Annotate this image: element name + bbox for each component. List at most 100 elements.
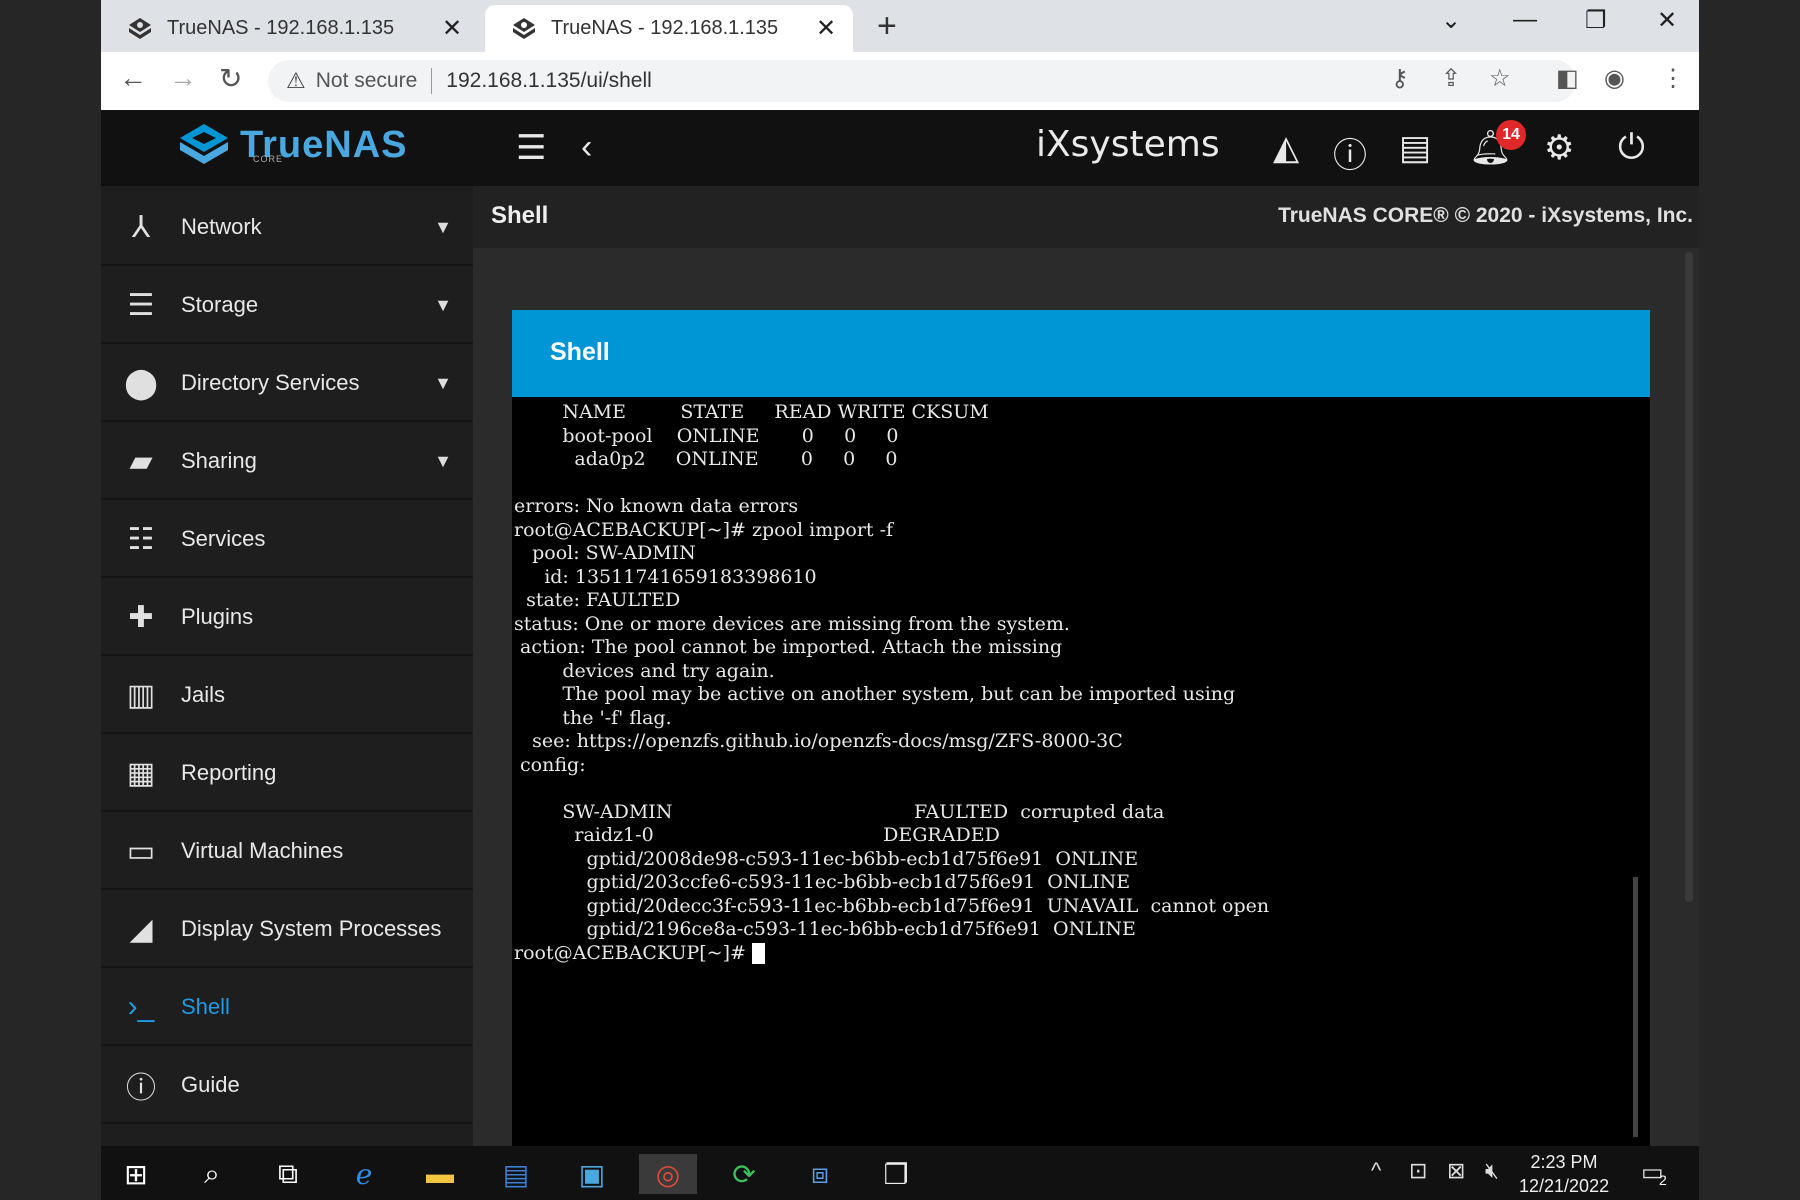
terminal[interactable]: NAME STATE READ WRITE CKSUM boot-pool ON…: [512, 397, 1650, 1146]
hamburger-menu-icon[interactable]: ☰: [516, 128, 546, 168]
chrome-icon[interactable]: ◎: [639, 1154, 697, 1194]
shell-card: Shell NAME STATE READ WRITE CKSUM boot-p…: [512, 310, 1650, 1146]
task-manager-icon[interactable]: ▤: [1399, 128, 1431, 168]
virtual-machines-icon: ▭: [126, 834, 156, 868]
task-view-icon[interactable]: ⧉: [259, 1154, 317, 1194]
sharing-icon: ▰: [129, 444, 153, 478]
security-label[interactable]: Not secure: [316, 69, 418, 93]
sync-app-icon[interactable]: ⟳: [715, 1154, 773, 1194]
sidebar-item-sharing[interactable]: ▰ Sharing ▼: [101, 424, 473, 500]
share-icon[interactable]: ⇪: [1441, 64, 1461, 93]
caret-down-icon: ▼: [434, 294, 452, 315]
url-text[interactable]: 192.168.1.135/ui/shell: [446, 69, 652, 93]
tray-chevron-icon[interactable]: ^: [1371, 1158, 1381, 1184]
truenas-logo[interactable]: TrueNAS: [176, 122, 407, 168]
network-app-icon[interactable]: ⧈: [791, 1154, 849, 1194]
sidebar-item-label: Jails: [181, 682, 226, 707]
sidebar: ⅄ Network ▼ ☰ Storage ▼ ⬤ Directory Serv…: [101, 186, 473, 1146]
password-key-icon[interactable]: ⚷: [1391, 64, 1409, 93]
terminal-line: boot-pool ONLINE 0 0 0: [514, 424, 899, 447]
security-tray-icon[interactable]: ⊠: [1447, 1158, 1465, 1184]
terminal-line: root@ACEBACKUP[~]# zpool import -f: [514, 518, 894, 541]
directory-services-icon: ⬤: [124, 366, 158, 400]
terminal-line: raidz1-0 DEGRADED: [514, 824, 1000, 846]
truecommand-icon[interactable]: ◭: [1273, 128, 1299, 168]
caret-down-icon: ▼: [434, 450, 452, 471]
processes-icon: ◢: [129, 912, 153, 946]
terminal-output[interactable]: NAME STATE READ WRITE CKSUM boot-pool ON…: [514, 401, 1269, 965]
address-bar: ← → ↻ ⚠ Not secure 192.168.1.135/ui/shel…: [101, 52, 1699, 110]
tab-search-icon[interactable]: ⌄: [1441, 6, 1461, 35]
page-scrollbar[interactable]: [1685, 252, 1693, 902]
reload-icon[interactable]: ↻: [219, 62, 242, 95]
tab-title: TrueNAS - 192.168.1.135: [551, 17, 779, 39]
remote-desktop-icon[interactable]: ❐: [867, 1154, 925, 1194]
internet-explorer-icon[interactable]: ℯ: [335, 1154, 393, 1194]
terminal-line: pool: SW-ADMIN: [514, 542, 696, 564]
file-explorer-icon[interactable]: ▬: [411, 1154, 469, 1194]
truenas-app: TrueNAS CORE ☰ ‹ iXsystems ◭ ⓘ ▤ 🔔︎ 14 ⚙…: [101, 110, 1699, 1146]
warning-icon[interactable]: ⚠: [286, 68, 306, 94]
truenas-favicon-icon: [129, 17, 151, 39]
browser-window: TrueNAS - 192.168.1.135 ✕ TrueNAS - 192.…: [101, 0, 1699, 1200]
sidebar-item-label: Reporting: [181, 760, 277, 785]
back-icon[interactable]: ←: [119, 62, 147, 94]
jails-icon: ▥: [126, 678, 156, 712]
page-header: Shell TrueNAS CORE® © 2020 - iXsystems, …: [473, 186, 1699, 248]
collapse-chevron-icon[interactable]: ‹: [581, 128, 592, 167]
settings-gear-icon[interactable]: ⚙: [1544, 128, 1574, 168]
menu-kebab-icon[interactable]: ⋮: [1661, 64, 1685, 93]
volume-muted-icon[interactable]: 🔇︎: [1485, 1158, 1499, 1184]
sidebar-item-storage[interactable]: ☰ Storage ▼: [101, 268, 473, 344]
taskbar: ⊞ ⌕ ⧉ ℯ ▬ ▤ ▣ ◎ ⟳ ⧈ ❐ ^ ⊡ ⊠ 🔇︎ 2:23 PM 1…: [101, 1146, 1699, 1200]
close-tab-icon[interactable]: ✕: [813, 14, 839, 43]
restore-icon[interactable]: ❐: [1585, 6, 1607, 35]
documents-app-icon[interactable]: ▤: [487, 1154, 545, 1194]
profile-icon[interactable]: ◉: [1604, 64, 1625, 93]
caret-down-icon: ▼: [434, 216, 452, 237]
control-panel-icon[interactable]: ▣: [563, 1154, 621, 1194]
sidebar-item-label: Guide: [181, 1072, 240, 1097]
sidebar-item-guide[interactable]: ⓘ Guide: [101, 1048, 473, 1124]
sidebar-item-display-system-processes[interactable]: ◢ Display System Processes: [101, 892, 473, 968]
reporting-icon: ▦: [126, 756, 156, 790]
info-icon[interactable]: ⓘ: [1333, 128, 1367, 177]
side-panel-icon[interactable]: ◧: [1556, 64, 1579, 93]
terminal-scrollbar[interactable]: [1633, 877, 1638, 1137]
sidebar-item-label: Display System Processes: [181, 916, 442, 941]
sidebar-item-network[interactable]: ⅄ Network ▼: [101, 190, 473, 266]
terminal-line: NAME STATE READ WRITE CKSUM: [514, 401, 989, 423]
minimize-icon[interactable]: —: [1513, 6, 1537, 34]
close-tab-icon[interactable]: ✕: [439, 14, 465, 43]
plugins-icon: ✚: [128, 600, 154, 634]
terminal-cursor: [751, 942, 765, 964]
omnibox[interactable]: ⚠ Not secure 192.168.1.135/ui/shell: [268, 60, 1576, 102]
sidebar-item-shell[interactable]: ›_ Shell: [101, 970, 473, 1046]
power-icon[interactable]: ⏻: [1618, 128, 1645, 167]
shell-card-header: Shell: [512, 310, 1650, 397]
ixsystems-logo[interactable]: iXsystems: [1036, 124, 1220, 165]
sidebar-item-reporting[interactable]: ▦ Reporting: [101, 736, 473, 812]
sidebar-item-services[interactable]: ☷ Services: [101, 502, 473, 578]
bookmark-star-icon[interactable]: ☆: [1489, 64, 1511, 93]
sidebar-item-plugins[interactable]: ✚ Plugins: [101, 580, 473, 656]
network-tray-icon[interactable]: ⊡: [1409, 1158, 1427, 1184]
sidebar-item-label: Sharing: [181, 448, 257, 473]
logo-subtitle: CORE: [253, 154, 284, 164]
terminal-line: gptid/2008de98-c593-11ec-b6bb-ecb1d75f6e…: [514, 847, 1139, 870]
terminal-line: id: 13511741659183398610: [514, 565, 817, 588]
sidebar-item-jails[interactable]: ▥ Jails: [101, 658, 473, 734]
services-icon: ☷: [127, 522, 155, 556]
browser-tab-1[interactable]: TrueNAS - 192.168.1.135 ✕: [101, 5, 479, 52]
forward-icon[interactable]: →: [169, 62, 197, 94]
search-icon[interactable]: ⌕: [183, 1154, 241, 1194]
new-tab-button[interactable]: +: [877, 8, 897, 44]
sidebar-item-virtual-machines[interactable]: ▭ Virtual Machines: [101, 814, 473, 890]
taskbar-clock[interactable]: 2:23 PM 12/21/2022: [1519, 1150, 1609, 1198]
browser-tab-2[interactable]: TrueNAS - 192.168.1.135 ✕: [485, 5, 853, 52]
window-close-icon[interactable]: ✕: [1657, 6, 1677, 35]
start-windows-icon[interactable]: ⊞: [107, 1154, 165, 1194]
sidebar-item-directory-services[interactable]: ⬤ Directory Services ▼: [101, 346, 473, 422]
terminal-line: gptid/20decc3f-c593-11ec-b6bb-ecb1d75f6e…: [514, 894, 1270, 917]
terminal-line: The pool may be active on another system…: [514, 683, 1236, 705]
